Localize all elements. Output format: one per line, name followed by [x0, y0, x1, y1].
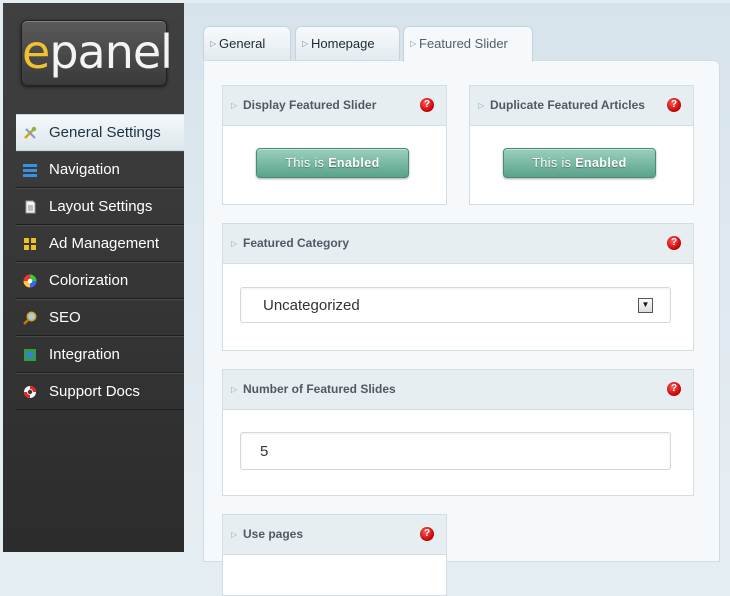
- logo-text: panel: [49, 25, 173, 79]
- tools-icon: [24, 126, 37, 139]
- sidebar-item-seo[interactable]: SEO: [16, 299, 187, 336]
- sidebar-item-label: SEO: [49, 309, 81, 326]
- bullet-icon: ▷: [231, 101, 238, 110]
- featured-category-select[interactable]: Uncategorized ▼: [240, 287, 671, 323]
- tab-arrow-icon: ▷: [302, 39, 309, 48]
- box-title: Display Featured Slider: [243, 98, 377, 112]
- document-icon: [25, 200, 36, 214]
- magnifier-icon: [23, 311, 37, 325]
- settings-panel: ▷ Display Featured Slider ? This is Enab…: [203, 60, 720, 596]
- help-icon[interactable]: ?: [667, 382, 681, 396]
- tab-featured-slider[interactable]: ▷ Featured Slider: [403, 26, 533, 62]
- number-of-slides-box: ▷ Number of Featured Slides ? 5: [222, 369, 694, 496]
- display-slider-toggle[interactable]: This is Enabled: [256, 148, 409, 178]
- sidebar-item-integration[interactable]: Integration: [16, 336, 187, 373]
- sidebar: epanel General Settings Navigation Layou…: [3, 3, 187, 552]
- box-title: Duplicate Featured Articles: [490, 98, 645, 112]
- color-wheel-icon: [23, 274, 37, 288]
- toggle-state: Enabled: [575, 156, 627, 170]
- box-header: ▷ Use pages ?: [223, 515, 446, 555]
- box-header: ▷ Number of Featured Slides ?: [223, 370, 693, 410]
- display-featured-slider-box: ▷ Display Featured Slider ? This is Enab…: [222, 85, 447, 205]
- box-title: Use pages: [243, 527, 304, 541]
- sidebar-item-label: Support Docs: [49, 383, 140, 400]
- grid-icon: [24, 238, 36, 250]
- sidebar-item-colorization[interactable]: Colorization: [16, 262, 187, 299]
- toggle-state: Enabled: [328, 156, 380, 170]
- bullet-icon: ▷: [231, 530, 238, 539]
- tab-label: General: [219, 36, 266, 51]
- help-icon[interactable]: ?: [667, 98, 681, 112]
- tab-general[interactable]: ▷ General: [203, 26, 291, 60]
- sidebar-item-label: Ad Management: [49, 235, 160, 252]
- help-icon[interactable]: ?: [420, 98, 434, 112]
- sidebar-nav: General Settings Navigation Layout Setti…: [16, 114, 187, 410]
- box-title: Number of Featured Slides: [243, 382, 396, 396]
- sidebar-item-support-docs[interactable]: Support Docs: [16, 373, 187, 410]
- sidebar-item-label: Colorization: [49, 272, 129, 289]
- navigation-icon: [23, 164, 37, 177]
- select-value: Uncategorized: [263, 297, 360, 314]
- sidebar-item-label: General Settings: [49, 124, 161, 141]
- logo-accent-letter: e: [22, 25, 50, 79]
- bullet-icon: ▷: [231, 385, 238, 394]
- sidebar-item-layout-settings[interactable]: Layout Settings: [16, 188, 187, 225]
- lifebuoy-icon: [24, 386, 36, 398]
- sidebar-item-general-settings[interactable]: General Settings: [16, 114, 187, 151]
- box-header: ▷ Display Featured Slider ?: [223, 86, 446, 126]
- main-content: ▷ General ▷ Homepage ▷ Featured Slider ▷ Di…: [184, 3, 730, 596]
- bullet-icon: ▷: [231, 239, 238, 248]
- tab-homepage[interactable]: ▷ Homepage: [295, 26, 400, 60]
- bullet-icon: ▷: [478, 101, 485, 110]
- tab-arrow-icon: ▷: [410, 39, 417, 48]
- sidebar-item-label: Layout Settings: [49, 198, 153, 215]
- sidebar-item-navigation[interactable]: Navigation: [16, 151, 187, 188]
- use-pages-box: ▷ Use pages ?: [222, 514, 447, 596]
- sidebar-item-ad-management[interactable]: Ad Management: [16, 225, 187, 262]
- box-header: ▷ Featured Category ?: [223, 224, 693, 264]
- epanel-logo: epanel: [21, 20, 173, 86]
- duplicate-articles-toggle[interactable]: This is Enabled: [503, 148, 656, 178]
- box-title: Featured Category: [243, 236, 350, 250]
- help-icon[interactable]: ?: [420, 527, 434, 541]
- tab-arrow-icon: ▷: [210, 39, 217, 48]
- input-value: 5: [260, 443, 269, 460]
- puzzle-icon: [24, 349, 36, 361]
- help-icon[interactable]: ?: [667, 236, 681, 250]
- number-of-slides-input[interactable]: 5: [240, 432, 671, 470]
- duplicate-featured-articles-box: ▷ Duplicate Featured Articles ? This is …: [469, 85, 694, 205]
- sidebar-item-label: Integration: [49, 346, 120, 363]
- chevron-down-icon: ▼: [638, 298, 653, 313]
- featured-category-box: ▷ Featured Category ? Uncategorized ▼: [222, 223, 694, 351]
- toggle-prefix: This is: [532, 156, 576, 170]
- toggle-prefix: This is: [285, 156, 329, 170]
- tab-label: Homepage: [311, 36, 375, 51]
- box-header: ▷ Duplicate Featured Articles ?: [470, 86, 693, 126]
- sidebar-item-label: Navigation: [49, 161, 120, 178]
- tab-label: Featured Slider: [419, 36, 508, 51]
